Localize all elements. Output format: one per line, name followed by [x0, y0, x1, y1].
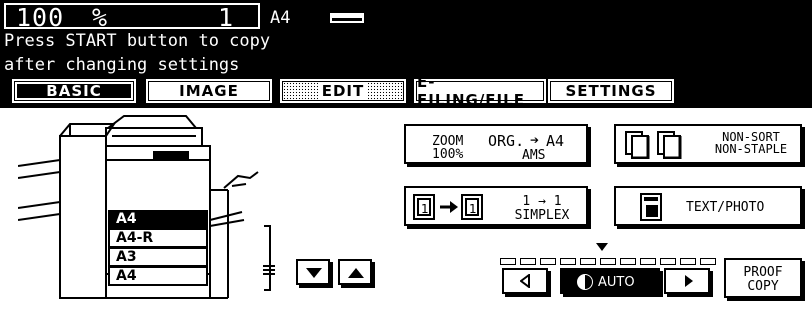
zoom-button[interactable]: ZOOM 100% ORG. ➔ A4 AMS [404, 124, 588, 164]
proof-line-2: COPY [747, 279, 779, 294]
tab-edit[interactable]: EDIT [280, 79, 406, 103]
lighter-button[interactable] [502, 268, 548, 294]
paper-option-a3[interactable]: A3 [108, 248, 208, 267]
sort-staple-button[interactable]: NON-SORT NON-STAPLE [614, 124, 802, 164]
svg-text:1: 1 [421, 202, 429, 216]
status-panel: 100 % 1 A4 Press START button to copy af… [0, 0, 812, 109]
tab-edit-frame: EDIT [283, 82, 403, 100]
zoom-unit: % [92, 3, 108, 32]
zoom-value: 100 [16, 3, 65, 32]
tab-image-label: IMAGE [149, 82, 269, 100]
duplex-line-1: 1 → 1 [522, 194, 562, 209]
paper-option-a4-bottom[interactable]: A4 [108, 267, 208, 286]
original-target: A4 [546, 132, 565, 150]
auto-density-label: AUTO [598, 275, 635, 290]
density-segment [500, 258, 516, 265]
scroll-up-button[interactable] [338, 259, 372, 285]
proof-copy-button[interactable]: PROOF COPY [724, 258, 802, 298]
main-panel: A4 A4-R A3 A4 ZOOM 100% ORG. ➔ A4 AMS NO… [0, 108, 812, 310]
density-scale [500, 250, 720, 269]
paper-size-list: A4 A4-R A3 A4 [108, 210, 208, 286]
copy-count: 1 [218, 3, 234, 32]
tab-efiling-label: E-FILING/FILE [417, 73, 543, 109]
zoom-display: 100 % 1 [4, 3, 260, 32]
text-photo-icon [640, 193, 662, 221]
paper-option-a4[interactable]: A4 [108, 210, 208, 229]
tab-basic-label: BASIC [15, 82, 133, 100]
tab-basic[interactable]: BASIC [12, 79, 136, 103]
density-segment [520, 258, 536, 265]
paper-size-label: A4 [270, 8, 291, 28]
paper-stack-icon [263, 265, 275, 275]
arrow-up-icon [348, 268, 364, 278]
tab-settings[interactable]: SETTINGS [548, 79, 674, 103]
original-label: ORG. [488, 132, 525, 150]
paper-option-a4r[interactable]: A4-R [108, 229, 208, 248]
density-segment [640, 258, 656, 265]
tab-bar: BASIC IMAGE EDIT E-FILING/FILE SETTINGS [0, 73, 812, 109]
scroll-down-button[interactable] [296, 259, 330, 285]
proof-line-1: PROOF [743, 265, 783, 280]
density-segment [660, 258, 676, 265]
svg-text:1: 1 [469, 202, 477, 216]
ams-label: AMS [522, 148, 546, 163]
zoom-button-value: 100% [432, 147, 464, 162]
message-line-2: after changing settings [4, 55, 240, 75]
darker-icon [685, 275, 693, 287]
auto-density-button[interactable]: AUTO [560, 268, 660, 294]
density-segment [700, 258, 716, 265]
sort-line-2: NON-STAPLE [714, 142, 788, 156]
non-sort-icon [625, 131, 682, 159]
lighter-icon [520, 274, 530, 288]
simplex-icon: 1 1 [413, 194, 483, 220]
arrow-down-icon [306, 268, 322, 278]
paper-tray-icon [330, 13, 364, 23]
density-segment [680, 258, 696, 265]
duplex-button[interactable]: 1 1 1 → 1 SIMPLEX [404, 186, 588, 226]
density-segment [540, 258, 556, 265]
tab-settings-label: SETTINGS [551, 82, 671, 100]
arrow-right-icon: ➔ [530, 131, 540, 149]
tab-edit-label: EDIT [317, 82, 369, 100]
density-segment [580, 258, 596, 265]
density-segment [620, 258, 636, 265]
duplex-line-2: SIMPLEX [514, 208, 570, 223]
tab-efiling[interactable]: E-FILING/FILE [414, 73, 546, 109]
auto-density-icon [577, 274, 593, 290]
density-segment [560, 258, 576, 265]
message-line-1: Press START button to copy [4, 31, 271, 51]
image-mode-label: TEXT/PHOTO [686, 200, 765, 215]
tab-image[interactable]: IMAGE [146, 79, 272, 103]
density-segment [600, 258, 616, 265]
image-mode-button[interactable]: TEXT/PHOTO [614, 186, 802, 226]
darker-button[interactable] [664, 268, 710, 294]
